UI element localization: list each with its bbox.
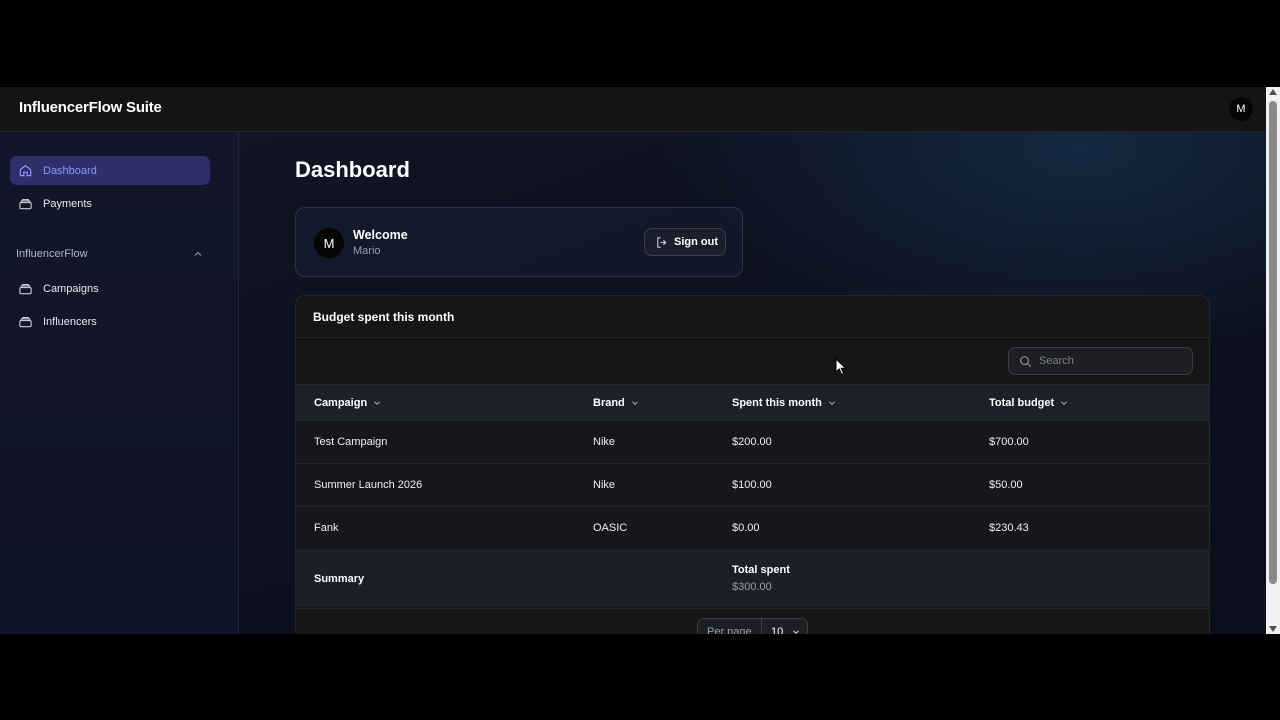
mouse-pointer-icon [835, 358, 847, 376]
summary-label: Summary [314, 573, 365, 585]
scroll-down-arrow-icon[interactable] [1269, 626, 1277, 632]
search-field[interactable] [1008, 347, 1193, 375]
cell-spent: $100.00 [732, 479, 772, 491]
scroll-up-arrow-icon[interactable] [1269, 89, 1277, 95]
per-page-value[interactable]: 10 [762, 626, 801, 634]
chevron-down-icon [828, 401, 835, 406]
per-page-select[interactable]: Per page 10 [697, 618, 808, 634]
sidebar-item-label: Influencers [43, 315, 97, 328]
cell-total-budget: $50.00 [989, 479, 1023, 491]
total-spent-label: Total spent [732, 564, 790, 576]
total-spent-value: $300.00 [732, 581, 772, 593]
stack-icon [17, 314, 33, 330]
column-header-label: Spent this month [732, 397, 822, 409]
search-input[interactable] [1039, 355, 1179, 367]
table-row[interactable]: Fank OASIC $0.00 $230.43 [296, 507, 1209, 550]
sidebar-item-label: Payments [43, 197, 92, 210]
per-page-value-text: 10 [771, 626, 784, 634]
stack-icon [17, 196, 33, 212]
column-header-label: Total budget [989, 397, 1055, 409]
sidebar-item-influencers[interactable]: Influencers [10, 307, 210, 336]
cell-brand: Nike [593, 436, 616, 448]
sidebar-item-label: Campaigns [43, 282, 99, 295]
cell-spent: $0.00 [732, 522, 760, 534]
cell-campaign: Test Campaign [314, 436, 388, 448]
column-header-total-budget[interactable]: Total budget [989, 397, 1069, 409]
welcome-card: M Welcome Mario Sign out [295, 207, 743, 277]
letterbox-bottom [0, 634, 1280, 720]
column-header-label: Campaign [314, 397, 368, 409]
welcome-title: Welcome [353, 228, 408, 242]
page-scrollbar[interactable] [1266, 87, 1280, 634]
column-header-label: Brand [593, 397, 625, 409]
budget-card-title: Budget spent this month [313, 310, 455, 324]
cell-total-budget: $700.00 [989, 436, 1029, 448]
cell-campaign: Summer Launch 2026 [314, 479, 423, 491]
cell-brand: OASIC [593, 522, 628, 534]
table-row[interactable]: Summer Launch 2026 Nike $100.00 $50.00 [296, 464, 1209, 507]
app-window: InfluencerFlow Suite M Dashboard Payment… [0, 87, 1266, 634]
sidebar-item-label: Dashboard [43, 164, 97, 177]
sign-out-icon [657, 236, 667, 248]
cell-total-budget: $230.43 [989, 522, 1029, 534]
per-page-label: Per page [698, 618, 762, 634]
chevron-down-icon [1061, 401, 1068, 406]
column-header-spent[interactable]: Spent this month [732, 397, 837, 409]
sidebar-group-label[interactable]: InfluencerFlow [16, 248, 88, 260]
user-avatar[interactable]: M [1229, 97, 1253, 121]
cell-spent: $200.00 [732, 436, 772, 448]
cell-brand: Nike [593, 479, 616, 491]
page-title: Dashboard [295, 157, 410, 182]
stack-icon [17, 281, 33, 297]
pagination-bar: Per page 10 [296, 608, 1209, 634]
sidebar: Dashboard Payments InfluencerFlow Campai… [0, 132, 239, 634]
budget-card-header: Budget spent this month [296, 296, 1209, 338]
top-bar: InfluencerFlow Suite M [0, 87, 1266, 132]
letterbox-top [0, 0, 1280, 87]
home-icon [17, 163, 33, 179]
chevron-down-icon [631, 401, 638, 406]
welcome-user-name: Mario [353, 245, 381, 257]
chevron-up-icon[interactable] [192, 248, 204, 260]
search-icon [1020, 355, 1032, 367]
table-row[interactable]: Test Campaign Nike $200.00 $700.00 [296, 421, 1209, 464]
sidebar-item-dashboard[interactable]: Dashboard [10, 156, 210, 185]
table-header: Campaign Brand Spent this month Total bu… [296, 384, 1209, 421]
column-header-campaign[interactable]: Campaign [314, 397, 382, 409]
sidebar-item-payments[interactable]: Payments [10, 189, 210, 218]
chevron-down-icon [793, 630, 800, 634]
sidebar-item-campaigns[interactable]: Campaigns [10, 274, 210, 303]
sign-out-label: Sign out [674, 236, 718, 248]
cell-campaign: Fank [314, 522, 339, 534]
app-brand[interactable]: InfluencerFlow Suite [19, 99, 162, 116]
column-header-brand[interactable]: Brand [593, 397, 640, 409]
avatar: M [314, 228, 344, 258]
budget-card: Budget spent this month Campaign Brand S… [295, 295, 1210, 634]
scrollbar-thumb[interactable] [1269, 101, 1277, 584]
chevron-down-icon [374, 401, 381, 406]
summary-row: Summary Total spent $300.00 [296, 549, 1209, 607]
sign-out-button[interactable]: Sign out [644, 228, 726, 256]
